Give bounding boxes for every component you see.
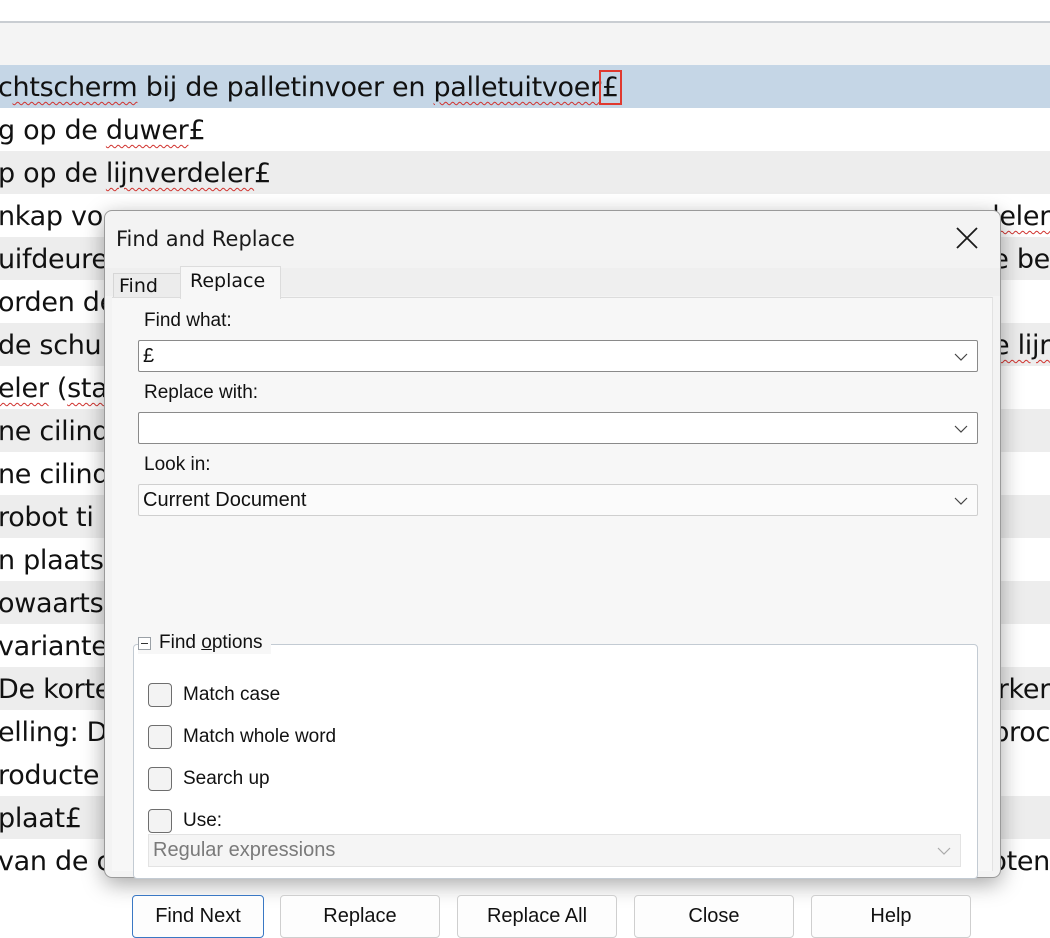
look-in-dropdown[interactable]: Current Document xyxy=(138,484,978,516)
find-what-input[interactable] xyxy=(143,345,923,368)
tab-find[interactable]: Find xyxy=(113,273,186,299)
row-text-right: e lijr xyxy=(993,330,1050,361)
chevron-down-icon[interactable] xyxy=(953,493,969,509)
dialog-title: Find and Replace xyxy=(116,227,295,251)
document-row[interactable]: p op de lijnverdeler£ xyxy=(0,151,1050,194)
collapse-icon[interactable] xyxy=(138,636,151,650)
row-text: orden de xyxy=(0,287,116,318)
replace-tab-panel: Find what: Replace with: Look in: Curren… xyxy=(112,297,993,938)
row-text: roducte xyxy=(0,760,100,791)
help-button[interactable]: Help xyxy=(811,895,971,938)
row-text: variante xyxy=(0,631,108,662)
row-text: ne cilind xyxy=(0,416,110,447)
find-next-button[interactable]: Find Next xyxy=(132,895,264,938)
find-match-highlight: £ xyxy=(598,70,622,105)
top-bar xyxy=(0,0,1050,23)
replace-button[interactable]: Replace xyxy=(280,895,440,938)
replace-with-combobox[interactable] xyxy=(138,412,978,444)
match-whole-word-label: Match whole word xyxy=(183,726,337,747)
row-text: chtscherm bij de palletinvoer en palletu… xyxy=(0,72,601,103)
row-text: robot ti xyxy=(0,502,94,533)
row-text: van de c xyxy=(0,846,111,877)
search-up-option[interactable]: Search up xyxy=(148,767,270,791)
look-in-label: Look in: xyxy=(144,454,211,475)
find-what-combobox[interactable] xyxy=(138,340,978,372)
replace-all-button[interactable]: Replace All xyxy=(457,895,617,938)
match-whole-word-option[interactable]: Match whole word xyxy=(148,725,336,749)
row-text: uifdeure xyxy=(0,244,108,275)
search-up-label: Search up xyxy=(183,768,270,789)
find-replace-dialog: Find and Replace Find Replace Find what:… xyxy=(104,210,1001,938)
match-whole-word-checkbox[interactable] xyxy=(148,725,172,749)
replace-with-input[interactable] xyxy=(143,417,923,440)
row-text: elling: D xyxy=(0,717,108,748)
find-what-label: Find what: xyxy=(144,310,232,331)
use-mode-value: Regular expressions xyxy=(153,839,336,861)
row-text-right: rker xyxy=(997,674,1050,705)
row-text: ne cilind xyxy=(0,459,110,490)
use-mode-dropdown: Regular expressions xyxy=(148,834,961,867)
search-up-checkbox[interactable] xyxy=(148,767,172,791)
replace-with-label: Replace with: xyxy=(144,382,259,403)
find-options-header[interactable]: Find options xyxy=(138,632,271,654)
row-text: plaat£ xyxy=(0,803,82,834)
row-text: nkap vo xyxy=(0,201,103,232)
chevron-down-icon[interactable] xyxy=(953,421,969,437)
close-button[interactable] xyxy=(950,221,984,255)
document-row[interactable]: g op de duwer£ xyxy=(0,108,1050,151)
document-row-selected[interactable]: chtscherm bij de palletinvoer en palletu… xyxy=(0,65,1050,108)
row-text: De korte xyxy=(0,674,112,705)
close-dialog-button[interactable]: Close xyxy=(634,895,794,938)
look-in-value: Current Document xyxy=(143,489,307,511)
match-case-checkbox[interactable] xyxy=(148,683,172,707)
tab-replace[interactable]: Replace xyxy=(180,266,281,299)
match-case-label: Match case xyxy=(183,684,281,705)
row-text: n plaats xyxy=(0,545,104,576)
row-text: owaarts xyxy=(0,588,104,619)
close-icon xyxy=(956,227,978,249)
row-text: de schu xyxy=(0,330,102,361)
use-label: Use: xyxy=(183,810,223,831)
use-checkbox[interactable] xyxy=(148,809,172,833)
chevron-down-icon[interactable] xyxy=(953,349,969,365)
find-options-label: Find options xyxy=(159,632,263,653)
header-row xyxy=(0,23,1050,65)
match-case-option[interactable]: Match case xyxy=(148,683,280,707)
use-option[interactable]: Use: xyxy=(148,809,222,833)
chevron-down-icon xyxy=(937,847,951,855)
